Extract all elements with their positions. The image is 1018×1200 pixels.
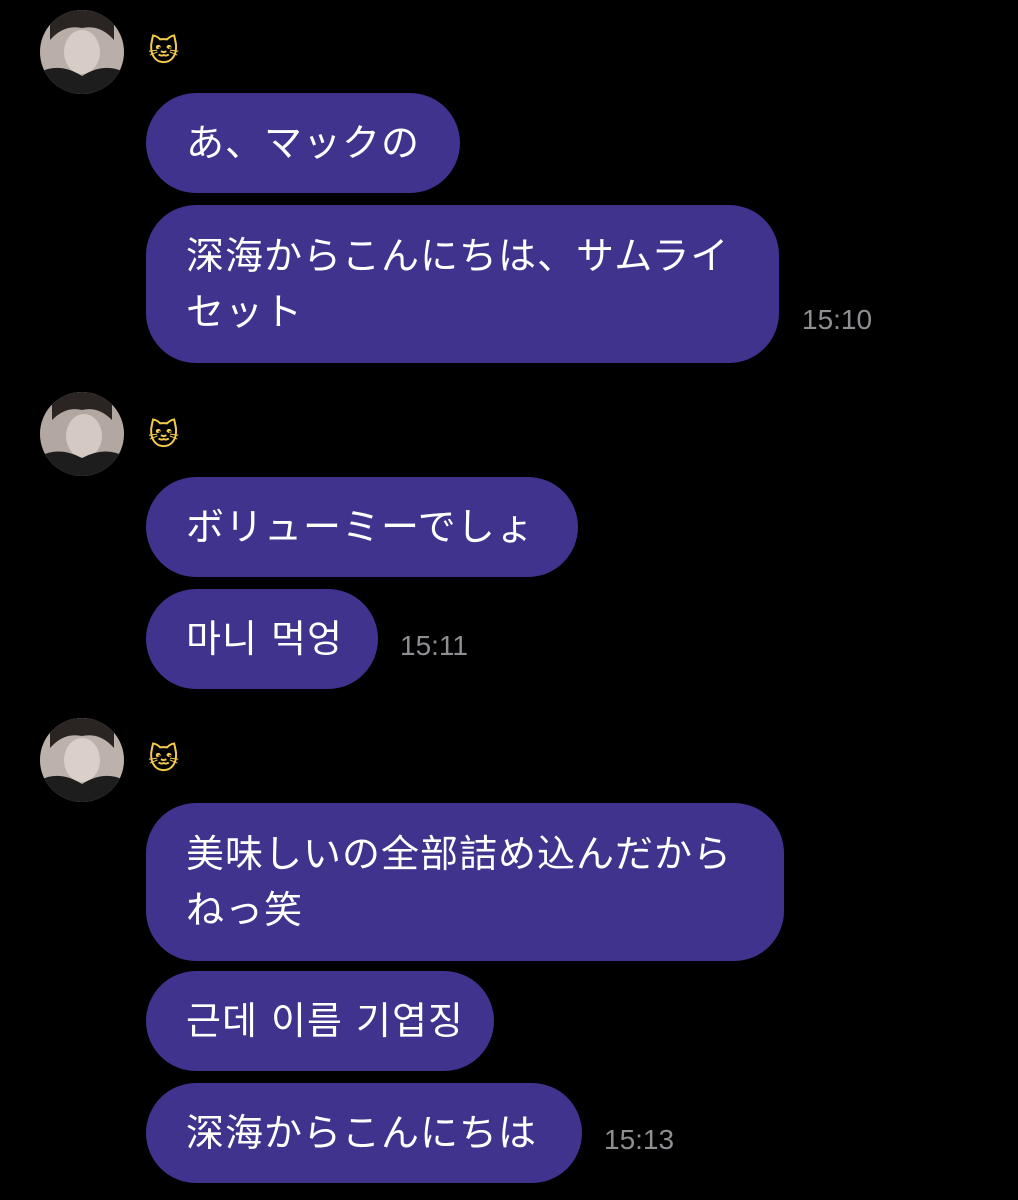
sender-name: 🐱 (148, 742, 180, 777)
profile-photo-icon (40, 392, 124, 476)
sender-name: 🐱 (148, 418, 180, 453)
message-text: ボリューミーでしょ (186, 505, 535, 549)
message-text: あ、マックの (186, 121, 421, 165)
message-text: ねっ笑 (186, 888, 304, 932)
message-text: 深海からこんにちは、サムライ (186, 234, 730, 278)
message-timestamp: 15:13 (604, 1124, 675, 1155)
message-bubble[interactable]: 美味しいの全部詰め込んだから ねっ笑 (146, 803, 784, 961)
message-bubble[interactable]: ボリューミーでしょ (146, 477, 578, 577)
message-text: セット (186, 290, 304, 334)
message-bubble[interactable]: 深海からこんにちは (146, 1083, 582, 1183)
avatar[interactable] (40, 718, 124, 802)
message-text: 深海からこんにちは (186, 1111, 538, 1155)
chat-message-list[interactable]: 🐱 あ、マックの 深海からこんにちは、サムライ セット 15:10 🐱 ボリュー… (0, 0, 1018, 1200)
message-bubble[interactable]: あ、マックの (146, 93, 460, 193)
message-bubble[interactable]: 근데 이름 기엽징 (146, 971, 494, 1071)
message-timestamp: 15:11 (400, 630, 468, 661)
profile-photo-icon (40, 10, 124, 94)
message-text: 마니 먹엉 (186, 617, 343, 661)
message-timestamp: 15:10 (802, 304, 873, 335)
profile-photo-icon (40, 718, 124, 802)
message-text: 美味しいの全部詰め込んだから (186, 832, 733, 876)
message-text: 근데 이름 기엽징 (186, 999, 464, 1043)
avatar[interactable] (40, 10, 124, 94)
message-bubble[interactable]: 마니 먹엉 (146, 589, 378, 689)
avatar[interactable] (40, 392, 124, 476)
message-bubble[interactable]: 深海からこんにちは、サムライ セット (146, 205, 779, 363)
sender-name: 🐱 (148, 34, 180, 69)
